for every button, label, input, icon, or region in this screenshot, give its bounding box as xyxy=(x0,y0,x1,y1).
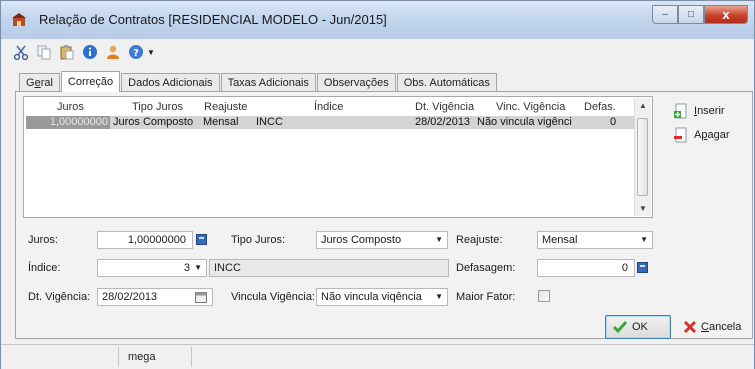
main-window: Relação de Contratos [RESIDENCIAL MODELO… xyxy=(0,0,755,369)
toolbar: ? ▼ xyxy=(13,40,155,64)
grid-scrollbar[interactable]: ▲ ▼ xyxy=(634,98,651,216)
scissors-icon[interactable] xyxy=(13,44,29,60)
chevron-down-icon: ▼ xyxy=(640,235,648,244)
dt-vigencia-label: Dt. Vigência: xyxy=(28,291,91,303)
tab-strip: Geral Correção Dados Adicionais Taxas Ad… xyxy=(19,71,498,92)
tab-observacoes[interactable]: Observações xyxy=(316,73,396,92)
app-icon xyxy=(12,13,26,26)
maximize-button[interactable]: □ xyxy=(678,5,704,24)
table-row[interactable]: 1,00000000 Juros Composto Mensal INCC 28… xyxy=(26,116,634,129)
close-icon xyxy=(683,320,697,334)
col-vinc-vigencia[interactable]: Vinc. Vigência xyxy=(496,101,565,113)
scroll-up-icon[interactable]: ▲ xyxy=(639,101,647,110)
insert-icon xyxy=(674,103,687,119)
scroll-down-icon[interactable]: ▼ xyxy=(639,204,647,213)
col-reajuste[interactable]: Reajuste xyxy=(204,101,247,113)
dt-vigencia-input[interactable]: 28/02/2013 xyxy=(97,288,191,306)
delete-icon xyxy=(674,127,687,143)
maior-fator-label: Maior Fator: xyxy=(456,291,516,303)
grid-header: Juros Tipo Juros Reajuste Índice Dt. Vig… xyxy=(24,101,636,115)
user-icon[interactable] xyxy=(105,44,121,60)
vincula-vigencia-value: Não vincula viqência xyxy=(321,291,422,303)
cell-indice: INCC xyxy=(256,116,283,128)
tab-obs-automaticas[interactable]: Obs. Automáticas xyxy=(396,73,497,92)
indice-label: Índice: xyxy=(28,262,61,274)
tab-geral[interactable]: Geral xyxy=(19,73,60,92)
insert-label: Inserir xyxy=(694,105,725,117)
cell-defas: 0 xyxy=(610,116,617,128)
copy-icon[interactable] xyxy=(36,44,52,60)
delete-label: Apagar xyxy=(694,129,730,141)
svg-text:?: ? xyxy=(133,48,139,59)
info-icon[interactable] xyxy=(82,44,98,60)
scroll-thumb[interactable] xyxy=(637,118,648,196)
paste-icon[interactable] xyxy=(59,44,75,60)
col-tipo-juros[interactable]: Tipo Juros xyxy=(132,101,183,113)
tipo-juros-value: Juros Composto xyxy=(321,234,402,246)
tab-correcao[interactable]: Correção xyxy=(60,71,121,92)
delete-button[interactable]: Apagar xyxy=(673,127,730,143)
check-icon xyxy=(612,321,628,334)
ok-label: OK xyxy=(632,321,648,333)
defasagem-input[interactable]: 0 xyxy=(537,259,635,277)
juros-input[interactable]: 1,00000000 xyxy=(97,231,193,249)
juros-label: Juros: xyxy=(28,234,58,246)
minimize-button[interactable]: – xyxy=(652,5,678,24)
reajuste-select[interactable]: Mensal ▼ xyxy=(537,231,653,249)
cell-vinc-vigencia: Não vincula vigênci xyxy=(477,116,572,128)
tab-dados-adicionais[interactable]: Dados Adicionais xyxy=(121,73,220,92)
status-bar: mega xyxy=(1,344,754,369)
dropdown-arrow-icon[interactable]: ▼ xyxy=(147,48,155,57)
chevron-down-icon: ▼ xyxy=(435,292,443,301)
date-picker-button[interactable] xyxy=(191,288,213,306)
cell-tipo-juros: Juros Composto xyxy=(113,116,194,128)
indice-name-field: INCC xyxy=(209,259,449,277)
cell-juros: 1,00000000 xyxy=(26,116,110,129)
status-divider xyxy=(191,347,192,367)
col-juros[interactable]: Juros xyxy=(57,101,84,113)
col-indice[interactable]: Índice xyxy=(314,101,343,113)
reajuste-value: Mensal xyxy=(542,234,578,246)
window-title: Relação de Contratos [RESIDENCIAL MODELO… xyxy=(39,12,387,27)
chevron-down-icon: ▼ xyxy=(435,235,443,244)
calculator-icon[interactable] xyxy=(637,262,648,273)
correction-grid[interactable]: Juros Tipo Juros Reajuste Índice Dt. Vig… xyxy=(23,96,653,218)
calendar-icon xyxy=(195,292,207,303)
tab-taxas-adicionais[interactable]: Taxas Adicionais xyxy=(220,73,316,92)
indice-code: 3 xyxy=(183,262,190,274)
tipo-juros-label: Tipo Juros: xyxy=(231,234,286,246)
col-dt-vigencia[interactable]: Dt. Vigência xyxy=(415,101,474,113)
tipo-juros-select[interactable]: Juros Composto ▼ xyxy=(316,231,448,249)
calculator-icon[interactable] xyxy=(196,234,207,245)
reajuste-label: Reajuste: xyxy=(456,234,503,246)
help-icon[interactable]: ? xyxy=(128,44,144,60)
chevron-down-icon: ▼ xyxy=(194,263,202,272)
vincula-vigencia-select[interactable]: Não vincula viqência ▼ xyxy=(316,288,448,306)
close-button[interactable]: x xyxy=(704,5,748,24)
cell-dt-vigencia: 28/02/2013 xyxy=(415,116,471,128)
vincula-vigencia-label: Vincula Vigência: xyxy=(231,291,315,303)
col-defas[interactable]: Defas. xyxy=(584,101,616,113)
status-user: mega xyxy=(128,351,156,363)
maior-fator-checkbox[interactable] xyxy=(538,290,550,302)
ok-button[interactable]: OK xyxy=(605,315,671,339)
cancel-button[interactable]: Cancela xyxy=(677,315,755,339)
defasagem-label: Defasagem: xyxy=(456,262,516,274)
title-bar: Relação de Contratos [RESIDENCIAL MODELO… xyxy=(1,1,754,39)
cancel-label: Cancela xyxy=(701,321,742,333)
cell-reajuste: Mensal xyxy=(203,116,239,128)
indice-code-select[interactable]: 3 ▼ xyxy=(97,259,207,277)
status-divider xyxy=(118,347,119,367)
insert-button[interactable]: Inserir xyxy=(673,103,725,119)
